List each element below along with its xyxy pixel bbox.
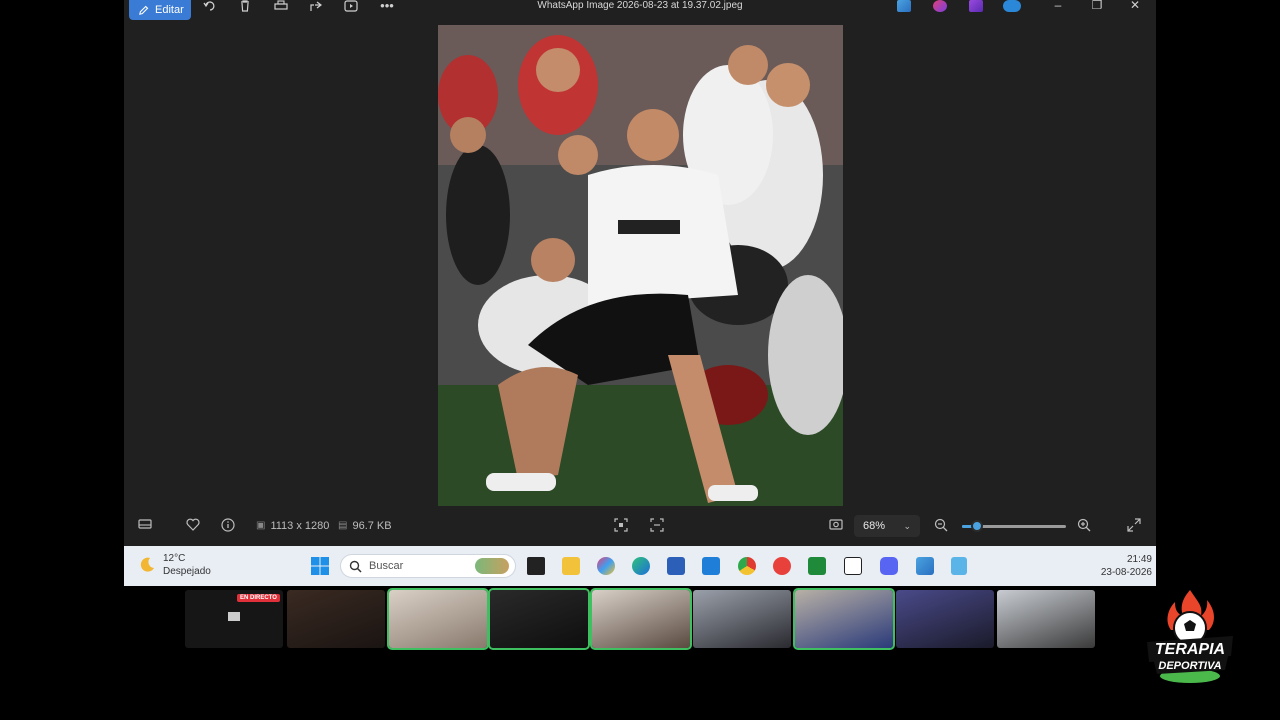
webcam-tile: EN DIRECTO	[185, 590, 283, 648]
share-icon[interactable]	[306, 0, 326, 14]
close-icon[interactable]: ✕	[1125, 0, 1145, 12]
photos-icon[interactable]	[916, 557, 934, 575]
info-icon[interactable]	[221, 518, 235, 534]
more-options-icon[interactable]: •••	[377, 0, 397, 14]
zoom-slider-thumb[interactable]	[970, 520, 983, 532]
search-highlight-icon	[475, 558, 509, 574]
capcut-icon[interactable]	[844, 557, 862, 575]
webcam-tile	[488, 588, 590, 650]
edit-label: Editar	[155, 4, 184, 16]
dimensions-text: 1113 x 1280	[270, 520, 330, 532]
slideshow-icon[interactable]	[341, 0, 361, 14]
system-clock[interactable]: 21:49 23-08-2026	[1101, 553, 1152, 579]
windows-logo-icon	[311, 557, 329, 575]
notepad-icon[interactable]	[951, 557, 967, 575]
logo-line2: DEPORTIVA	[1158, 660, 1221, 672]
discord-icon[interactable]	[880, 557, 898, 575]
search-icon	[349, 560, 362, 573]
zoom-out-icon[interactable]	[934, 518, 948, 534]
image-filesize: ▤ 96.7 KB	[338, 518, 392, 534]
chrome-icon[interactable]	[738, 557, 756, 575]
file-explorer-icon[interactable]	[562, 557, 580, 575]
taskbar: 12°C Despejado Buscar 21:49 23-08-2026	[124, 546, 1156, 586]
pencil-icon	[139, 5, 149, 15]
webcam-tile	[693, 590, 791, 648]
status-bar: ▣ 1113 x 1280 ▤ 96.7 KB 68% ⌄	[124, 510, 1156, 542]
actual-size-icon[interactable]	[650, 518, 664, 534]
excel-icon[interactable]	[808, 557, 826, 575]
minimize-icon[interactable]: –	[1048, 0, 1068, 12]
filesize-text: 96.7 KB	[352, 520, 392, 532]
displayed-photo	[438, 25, 843, 506]
title-bar: Editar ••• WhatsApp Image 2026-08-23 at …	[124, 0, 1156, 22]
window-title: WhatsApp Image 2026-08-23 at 19.37.02.jp…	[537, 0, 743, 11]
weather-temperature: 12°C	[163, 553, 186, 564]
moon-icon	[140, 557, 154, 572]
favorite-heart-icon[interactable]	[186, 518, 200, 534]
screen-preview	[228, 612, 240, 621]
restore-icon[interactable]: ❐	[1087, 0, 1107, 12]
filmstrip-icon[interactable]	[138, 518, 152, 534]
chevron-down-icon: ⌄	[903, 521, 911, 531]
copilot-icon[interactable]	[597, 557, 615, 575]
screenshot-icon[interactable]	[829, 518, 843, 534]
onedrive-icon[interactable]	[1003, 0, 1021, 12]
zoom-dropdown[interactable]: 68% ⌄	[854, 515, 920, 537]
zoom-slider[interactable]	[962, 520, 1066, 532]
webcam-tile	[997, 590, 1095, 648]
terapia-deportiva-logo: TERAPIA DEPORTIVA	[1143, 590, 1237, 686]
fit-to-window-icon[interactable]	[614, 518, 628, 534]
print-icon[interactable]	[271, 0, 291, 14]
app-icon-blue[interactable]	[897, 0, 911, 12]
outlook-icon[interactable]	[702, 557, 720, 575]
search-placeholder: Buscar	[369, 560, 404, 572]
edge-icon[interactable]	[632, 557, 650, 575]
photos-window: Editar ••• WhatsApp Image 2026-08-23 at …	[124, 0, 1156, 546]
task-view-icon[interactable]	[527, 557, 545, 575]
taskbar-search[interactable]: Buscar	[340, 554, 516, 578]
webcam-tile	[793, 588, 895, 650]
image-dimensions: ▣ 1113 x 1280	[256, 518, 329, 534]
webcam-tile	[387, 588, 489, 650]
webcam-tile	[590, 588, 692, 650]
weather-widget[interactable]: 12°C Despejado	[138, 552, 211, 578]
clock-date: 23-08-2026	[1100, 567, 1152, 578]
app-icon-red[interactable]	[773, 557, 791, 575]
file-icon: ▤	[338, 520, 348, 531]
webcam-tile	[287, 590, 385, 648]
logo-line1: TERAPIA	[1155, 641, 1225, 658]
rotate-icon[interactable]	[200, 0, 220, 14]
webcam-tile	[896, 590, 994, 648]
zoom-in-icon[interactable]	[1077, 518, 1091, 534]
edit-button[interactable]: Editar	[129, 0, 191, 20]
live-badge: EN DIRECTO	[237, 594, 280, 602]
fullscreen-icon[interactable]	[1127, 518, 1141, 534]
start-button[interactable]	[310, 556, 330, 576]
store-icon[interactable]	[667, 557, 685, 575]
app-icon-purple[interactable]	[969, 0, 983, 12]
weather-description: Despejado	[163, 566, 211, 577]
delete-icon[interactable]	[235, 0, 255, 14]
clock-time: 21:49	[1126, 554, 1152, 565]
zoom-value: 68%	[863, 520, 886, 532]
app-icon-pink[interactable]	[933, 0, 947, 12]
dimensions-icon: ▣	[256, 520, 266, 531]
